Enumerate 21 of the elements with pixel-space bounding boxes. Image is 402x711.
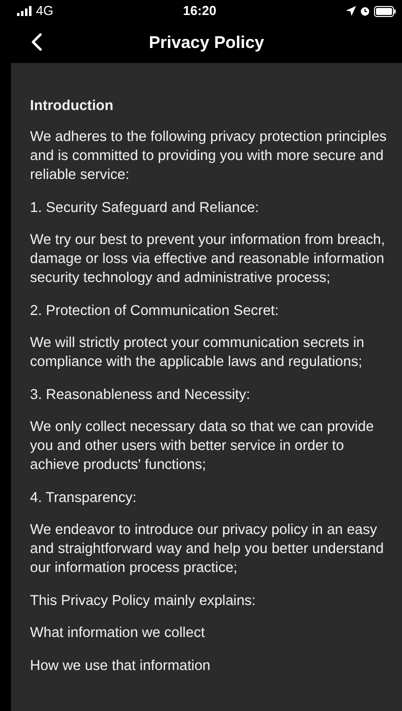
paragraph: How we use that information xyxy=(30,656,212,676)
status-time: 16:20 xyxy=(183,2,216,20)
location-icon xyxy=(346,6,356,16)
signal-icon xyxy=(17,6,32,16)
paragraph: We endeavor to introduce our privacy policy in an easy and straightforward way and help you better understand our information process practice; xyxy=(30,521,385,578)
paragraph: We try our best to prevent your information from breach, damage or loss via effective and reasonable information security technology and administrative process; xyxy=(30,231,386,288)
section-heading: Introduction xyxy=(30,97,114,116)
paragraph: 2. Protection of Communication Secret: xyxy=(30,302,280,320)
alarm-icon xyxy=(360,6,370,16)
paragraph: 3. Reasonableness and Necessity: xyxy=(30,386,252,404)
paragraph: 4. Transparency: xyxy=(30,488,138,508)
network-label: 4G xyxy=(36,2,54,20)
paragraph: This Privacy Policy mainly explains: xyxy=(30,592,257,610)
paragraph: We will strictly protect your communication secrets in compliance with the applicable laws and regulations; xyxy=(30,334,366,372)
paragraph: 1. Security Safeguard and Reliance: xyxy=(30,198,260,218)
page-title: Privacy Policy xyxy=(148,32,264,54)
battery-icon xyxy=(374,6,396,16)
paragraph: What information we collect xyxy=(30,624,206,643)
paragraph: We adheres to the following privacy protection principles and is committed to providing you with more secure and reliable service: xyxy=(30,128,388,185)
paragraph: We only collect necessary data so that we can provide you and other users with better service in order to achieve products' functions; xyxy=(30,418,375,475)
back-icon[interactable] xyxy=(31,33,42,51)
